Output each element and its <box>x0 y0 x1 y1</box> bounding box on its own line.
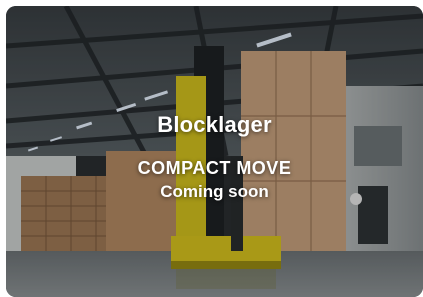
status-label: Coming soon <box>160 182 269 201</box>
product-card[interactable]: Blocklager COMPACT MOVE Coming soon <box>6 6 423 297</box>
card-caption: Blocklager COMPACT MOVE Coming soon <box>6 111 423 202</box>
card-subtitle: COMPACT MOVE <box>137 158 292 178</box>
card-title: Blocklager <box>157 112 272 137</box>
